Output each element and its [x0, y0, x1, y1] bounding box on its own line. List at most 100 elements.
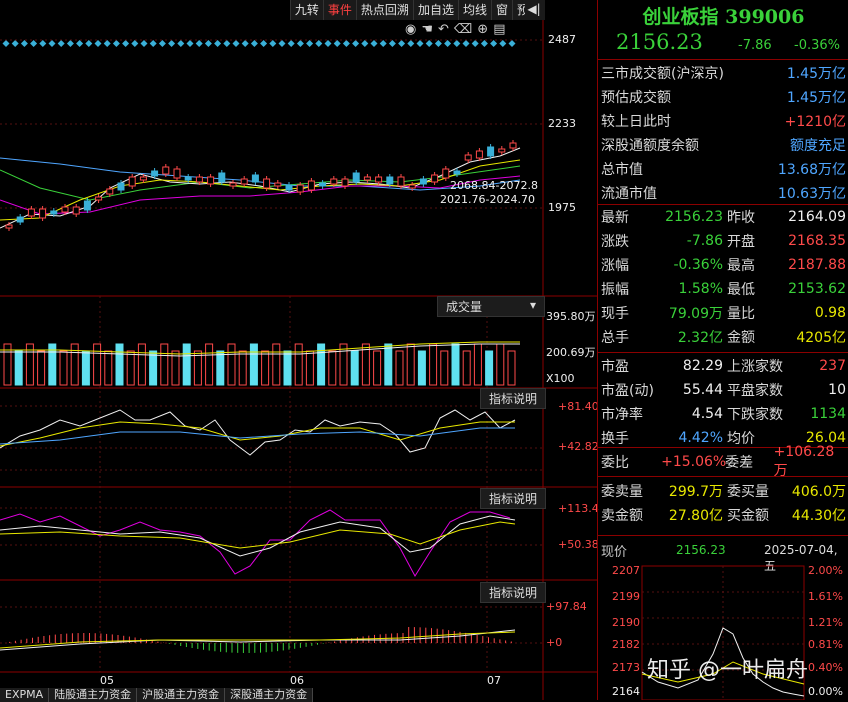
event-diamond: [186, 40, 194, 47]
quote-cell: 委买量: [727, 484, 769, 500]
quote-cell: 现手: [601, 306, 629, 322]
kline-chart-area[interactable]: 九转 事件 热点回溯 加自选 均线 窗 预测 ◀| ◉☚↶⌫⊕▤: [0, 0, 599, 702]
indicator-help-3[interactable]: 指标说明: [480, 582, 547, 603]
mini-right-axis-4: 0.40%: [808, 661, 843, 674]
candle-body: [106, 188, 114, 195]
quote-row: 涨跌 -7.86 开盘 2168.35: [601, 229, 846, 253]
ind3-axis-zero: +0: [546, 636, 563, 649]
mini-left-axis-5: 2164: [612, 685, 640, 698]
quote-row: 卖金额 27.80亿 买金额 44.30亿: [601, 503, 846, 527]
candle-body: [487, 146, 495, 157]
mini-left-axis-1: 2199: [612, 590, 640, 603]
volume-bar: [261, 350, 270, 386]
indicator-help-1[interactable]: 指标说明: [480, 388, 547, 409]
volume-bar: [272, 343, 281, 386]
quote-cell: 振幅: [601, 282, 629, 298]
quote-table: 最新 2156.23 昨收 2164.09 涨跌 -7.86 开盘 2168.35 涨幅 -0.3…: [601, 205, 846, 349]
market-row: 流通市值 10.63万亿: [601, 186, 846, 202]
event-diamond: [278, 40, 286, 47]
quote-row: 市盈(动) 55.44 平盘家数 10: [601, 378, 846, 402]
event-diamond: [250, 40, 258, 47]
event-diamond: [30, 40, 38, 47]
event-diamond: [379, 40, 387, 47]
candle-body: [498, 148, 506, 153]
event-diamond: [103, 40, 111, 47]
candle-body: [27, 208, 35, 217]
event-diamond: [471, 40, 479, 47]
candle-body: [296, 184, 304, 193]
volume-selector[interactable]: 成交量 ▾: [437, 296, 545, 317]
quote-row: 现手 79.09万 量比 0.98: [601, 301, 846, 325]
quote-panel: 创业板指 399006 2156.23 -7.86 -0.36% 三市成交额(沪…: [597, 0, 848, 700]
event-diamond: [407, 40, 415, 47]
mini-right-axis-5: 0.00%: [808, 685, 843, 698]
candle-body: [61, 206, 69, 213]
candle-body: [363, 176, 371, 181]
candle-body: [207, 176, 215, 185]
quote-cell: 市盈: [601, 359, 629, 375]
quote-cell: 换手: [601, 431, 629, 447]
volume-bar: [451, 343, 460, 386]
volume-bar: [473, 343, 482, 386]
month-label-05: 05: [100, 674, 114, 687]
event-diamond: [66, 40, 74, 47]
quote-cell: 10: [828, 382, 846, 398]
event-diamond: [508, 40, 516, 47]
quote-cell: 1134: [810, 406, 846, 422]
candle-body: [117, 182, 125, 191]
quote-cell: 量比: [727, 306, 755, 322]
quote-row: 市盈 82.29 上涨家数 237: [601, 354, 846, 378]
event-diamond: [39, 40, 47, 47]
event-diamond: [85, 40, 93, 47]
volume-bar: [462, 350, 471, 386]
indicator-help-2[interactable]: 指标说明: [480, 488, 547, 509]
volume-label: 成交量: [446, 300, 483, 314]
index-title: 创业板指 399006: [642, 6, 805, 28]
candle-body: [162, 166, 170, 175]
volume-axis-unit: X100: [546, 372, 575, 385]
event-diamond: [425, 40, 433, 47]
volume-bar: [440, 350, 449, 386]
candle-body: [5, 224, 13, 229]
candle-body: [50, 210, 58, 215]
event-diamond: [269, 40, 277, 47]
event-diamond: [370, 40, 378, 47]
volume-bar: [37, 350, 46, 386]
event-diamond: [20, 40, 28, 47]
ma-label-2: 2021.76-2024.70: [440, 193, 535, 206]
event-diamond: [11, 40, 19, 47]
quote-cell: 2168.35: [788, 233, 846, 249]
volume-bar: [485, 350, 494, 386]
price-change-pct: -0.36%: [794, 38, 840, 53]
mini-left-axis-3: 2182: [612, 638, 640, 651]
volume-bar: [373, 350, 382, 386]
event-diamond: [195, 40, 203, 47]
candle-body: [274, 182, 282, 187]
mini-left-axis-0: 2207: [612, 564, 640, 577]
event-markers: [2, 40, 516, 47]
candle-body: [341, 178, 349, 187]
mini-right-axis-1: 1.61%: [808, 590, 843, 603]
market-stats: 三市成交额(沪深京) 1.45万亿 预估成交额 1.45万亿 较上日此时 +1210亿…: [601, 61, 846, 205]
mini-price: 2156.23: [676, 543, 726, 557]
candle-body: [330, 178, 338, 185]
candle-body: [151, 170, 159, 177]
volume-bar: [14, 350, 23, 386]
event-diamond: [352, 40, 360, 47]
candle-body: [431, 174, 439, 183]
event-diamond: [112, 40, 120, 47]
event-diamond: [444, 40, 452, 47]
volume-bar: [249, 343, 258, 386]
quote-cell: 金额: [727, 330, 755, 346]
volume-bar: [137, 343, 146, 386]
candlesticks: [5, 140, 517, 231]
mini-right-axis-0: 2.00%: [808, 564, 843, 577]
quote-cell: 最新: [601, 210, 629, 226]
quote-cell: 4205亿: [796, 330, 846, 346]
ma-label-1: 2068.84-2072.8: [450, 179, 538, 192]
volume-bar: [227, 343, 236, 386]
event-diamond: [241, 40, 249, 47]
event-diamond: [149, 40, 157, 47]
candle-body: [285, 184, 293, 191]
candle-body: [319, 182, 327, 187]
